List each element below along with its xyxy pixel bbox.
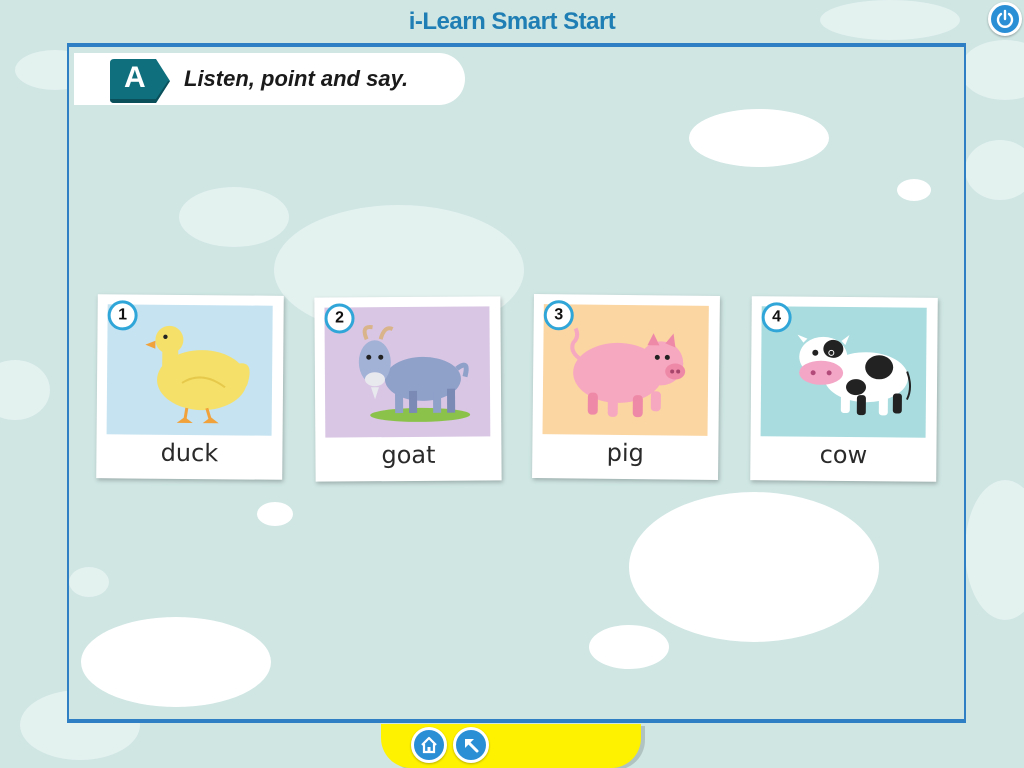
background-cloud	[69, 567, 109, 597]
picture-card-duck[interactable]: 1 duck	[96, 294, 284, 480]
background-cloud	[81, 617, 271, 707]
instruction-banner: A Listen, point and say.	[74, 53, 465, 105]
home-icon	[421, 736, 437, 754]
card-number-badge: 3	[543, 300, 574, 331]
instruction-text: Listen, point and say.	[184, 66, 409, 91]
background-cloud	[257, 502, 293, 526]
background-cloud	[689, 109, 829, 167]
picture-card-goat[interactable]: 2 goat	[314, 296, 502, 482]
background-cloud	[589, 625, 669, 669]
back-arrow-icon	[465, 739, 479, 753]
activity-panel: A Listen, point and say. 1 duck 2 goat 3…	[67, 43, 966, 723]
home-button[interactable]	[411, 727, 447, 763]
power-icon	[996, 9, 1014, 28]
picture-card-pig[interactable]: 3 pig	[532, 294, 720, 480]
background-cloud	[960, 40, 1024, 100]
picture-card-cow[interactable]: 4 cow	[750, 296, 938, 482]
background-cloud	[965, 480, 1024, 620]
card-number-badge: 1	[107, 300, 138, 331]
background-cloud	[0, 360, 50, 420]
background-cloud	[179, 187, 289, 247]
background-cloud	[629, 492, 879, 642]
background-cloud	[965, 140, 1024, 200]
card-word: duck	[160, 438, 219, 468]
power-button[interactable]	[988, 2, 1022, 36]
card-number-badge: 2	[324, 303, 355, 334]
card-word: pig	[606, 438, 645, 468]
back-button[interactable]	[453, 727, 489, 763]
card-word: cow	[819, 440, 868, 470]
card-number-badge: 4	[761, 302, 792, 333]
background-cloud	[897, 179, 931, 201]
activity-badge-letter: A	[124, 61, 146, 94]
app-title: i-Learn Smart Start	[408, 8, 616, 35]
bottom-nav-bar	[381, 724, 641, 768]
card-word: goat	[381, 440, 436, 470]
